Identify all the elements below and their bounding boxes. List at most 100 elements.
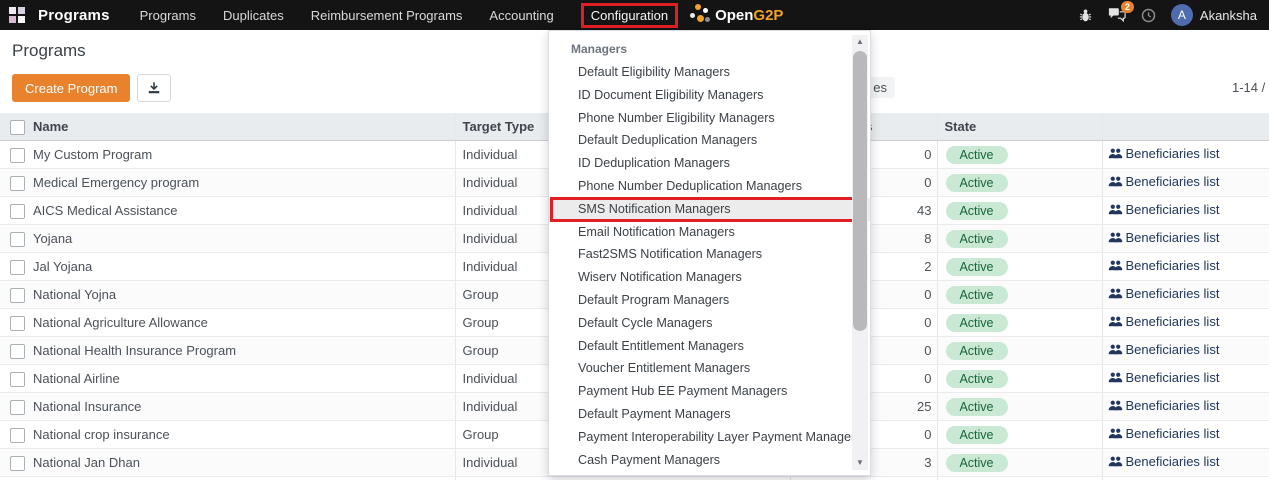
people-group-icon — [1108, 259, 1123, 272]
config-menu-item[interactable]: Payment Hub EE Payment Managers — [549, 380, 870, 403]
openg2p-logo: OpenG2P — [688, 2, 783, 28]
program-name: National Health Insurance Program — [30, 337, 455, 365]
beneficiaries-list-link[interactable]: Beneficiaries list — [1108, 426, 1220, 441]
row-checkbox[interactable] — [10, 316, 25, 331]
menu-reimbursement-programs[interactable]: Reimbursement Programs — [311, 8, 463, 23]
state-badge: Active — [946, 202, 1008, 220]
scroll-down-arrow-icon[interactable]: ▼ — [852, 458, 868, 468]
row-checkbox[interactable] — [10, 456, 25, 471]
state-cell: Active — [937, 393, 1102, 421]
pager[interactable]: 1-14 / — [1232, 80, 1265, 95]
program-name: National Family Benefits Program — [30, 477, 455, 480]
table-row[interactable]: National Family Benefits ProgramGroup0En… — [0, 477, 1269, 480]
config-menu-item[interactable]: Payment Interoperability Layer Payment M… — [549, 426, 870, 449]
row-checkbox[interactable] — [10, 260, 25, 275]
actions-cell: Beneficiaries list — [1102, 169, 1269, 197]
beneficiaries-list-link[interactable]: Beneficiaries list — [1108, 314, 1220, 329]
download-icon — [147, 81, 161, 95]
beneficiaries-list-link[interactable]: Beneficiaries list — [1108, 202, 1220, 217]
config-menu-item[interactable]: Default Program Managers — [549, 289, 870, 312]
beneficiaries-list-link[interactable]: Beneficiaries list — [1108, 174, 1220, 189]
row-checkbox[interactable] — [10, 344, 25, 359]
beneficiaries-list-link[interactable]: Beneficiaries list — [1108, 398, 1220, 413]
row-checkbox[interactable] — [10, 148, 25, 163]
config-menu-item[interactable]: SMS Notification Managers — [549, 198, 870, 221]
scrollbar-thumb[interactable] — [853, 51, 867, 331]
topbar: Programs Programs Duplicates Reimburseme… — [0, 0, 1269, 30]
state-cell: Active — [937, 309, 1102, 337]
config-menu-item[interactable]: ID Deduplication Managers — [549, 152, 870, 175]
state-badge: Active — [946, 146, 1008, 164]
activity-clock-icon[interactable] — [1141, 8, 1156, 23]
messages-icon[interactable]: 2 — [1108, 7, 1126, 23]
state-cell: Active — [937, 169, 1102, 197]
config-menu-item[interactable]: Email Notification Managers — [549, 221, 870, 244]
menu-accounting[interactable]: Accounting — [489, 8, 553, 23]
config-menu-item[interactable]: Default Payment Managers — [549, 403, 870, 426]
actions-cell: Beneficiaries list — [1102, 309, 1269, 337]
beneficiaries-list-link[interactable]: Beneficiaries list — [1108, 230, 1220, 245]
user-menu[interactable]: A Akanksha — [1171, 4, 1257, 26]
row-checkbox[interactable] — [10, 400, 25, 415]
row-checkbox[interactable] — [10, 176, 25, 191]
program-name: National crop insurance — [30, 421, 455, 449]
column-header-state[interactable]: State — [937, 113, 1102, 141]
row-checkbox-cell — [0, 337, 30, 365]
scroll-up-arrow-icon[interactable]: ▲ — [852, 37, 868, 47]
row-checkbox[interactable] — [10, 204, 25, 219]
column-header-actions — [1102, 113, 1269, 141]
avatar[interactable]: A — [1171, 4, 1193, 26]
row-checkbox[interactable] — [10, 372, 25, 387]
config-menu-item[interactable]: Phone Number Deduplication Managers — [549, 175, 870, 198]
app-window: Programs Programs Duplicates Reimburseme… — [0, 0, 1269, 480]
beneficiaries-list-link[interactable]: Beneficiaries list — [1108, 454, 1220, 469]
openg2p-logo-mark — [688, 2, 712, 28]
config-menu-item[interactable]: Wiserv Notification Managers — [549, 266, 870, 289]
row-checkbox-cell — [0, 393, 30, 421]
menu-configuration[interactable]: Configuration — [581, 3, 678, 28]
config-menu-item[interactable]: Default Entitlement Managers — [549, 335, 870, 358]
openg2p-logo-text: OpenG2P — [715, 7, 783, 24]
state-badge: Active — [946, 370, 1008, 388]
beneficiaries-count: 0 — [790, 477, 937, 480]
app-title: Programs — [38, 7, 110, 24]
row-checkbox[interactable] — [10, 232, 25, 247]
program-name: AICS Medical Assistance — [30, 197, 455, 225]
config-menu-item[interactable]: Cash Payment Managers — [549, 449, 870, 472]
state-cell: Ended — [937, 477, 1102, 480]
state-badge: Active — [946, 454, 1008, 472]
beneficiaries-list-link[interactable]: Beneficiaries list — [1108, 286, 1220, 301]
menu-duplicates[interactable]: Duplicates — [223, 8, 284, 23]
beneficiaries-list-link[interactable]: Beneficiaries list — [1108, 370, 1220, 385]
config-menu-item[interactable]: Default Cycle Managers — [549, 312, 870, 335]
row-checkbox-cell — [0, 141, 30, 169]
people-group-icon — [1108, 175, 1123, 188]
configuration-dropdown-menu: Managers Default Eligibility ManagersID … — [548, 30, 871, 476]
select-all-checkbox[interactable] — [10, 120, 25, 135]
actions-cell: Beneficiaries list — [1102, 393, 1269, 421]
actions-cell: Beneficiaries list — [1102, 477, 1269, 480]
config-menu-item[interactable]: ID Document Eligibility Managers — [549, 84, 870, 107]
create-program-button[interactable]: Create Program — [12, 74, 130, 102]
beneficiaries-list-link[interactable]: Beneficiaries list — [1108, 146, 1220, 161]
config-menu-item[interactable]: Fast2SMS Notification Managers — [549, 243, 870, 266]
beneficiaries-list-link[interactable]: Beneficiaries list — [1108, 342, 1220, 357]
export-download-button[interactable] — [137, 74, 171, 102]
column-header-name[interactable]: Name — [30, 113, 455, 141]
menu-programs[interactable]: Programs — [140, 8, 196, 23]
config-menu-item[interactable]: Voucher Entitlement Managers — [549, 357, 870, 380]
bug-icon[interactable] — [1078, 8, 1093, 23]
state-badge: Active — [946, 426, 1008, 444]
people-group-icon — [1108, 147, 1123, 160]
main-menu: Programs Duplicates Reimbursement Progra… — [140, 3, 678, 28]
dropdown-scrollbar[interactable]: ▲ ▼ — [852, 35, 868, 470]
config-menu-item[interactable]: Default Deduplication Managers — [549, 129, 870, 152]
row-checkbox[interactable] — [10, 428, 25, 443]
config-menu-item[interactable]: Default Eligibility Managers — [549, 61, 870, 84]
config-menu-item[interactable]: Phone Number Eligibility Managers — [549, 107, 870, 130]
row-checkbox[interactable] — [10, 288, 25, 303]
beneficiaries-list-link[interactable]: Beneficiaries list — [1108, 258, 1220, 273]
apps-menu-icon[interactable] — [9, 7, 25, 23]
action-buttons: Create Program — [12, 74, 171, 102]
program-name: National Agriculture Allowance — [30, 309, 455, 337]
